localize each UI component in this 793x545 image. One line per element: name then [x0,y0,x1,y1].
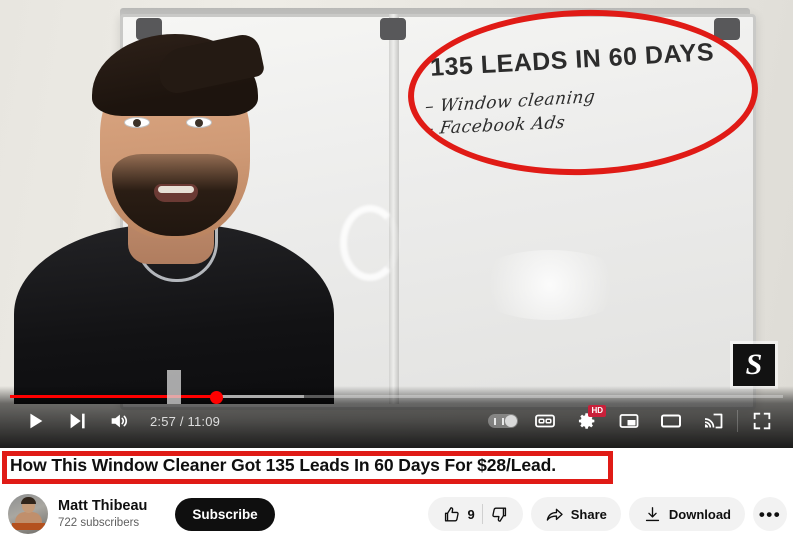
channel-watermark[interactable]: S [733,344,775,386]
next-button[interactable] [56,402,98,440]
thumbs-up-icon[interactable] [442,505,461,524]
autoplay-toggle[interactable] [482,402,524,440]
player-controls: 2:57 / 11:09 HD [0,370,793,448]
channel-info: Matt Thibeau 722 subscribers Subscribe [8,494,275,534]
whiteboard-divider [389,14,399,404]
progress-bar[interactable] [10,391,783,404]
controls-separator [737,410,738,432]
video-title: How This Window Cleaner Got 135 Leads In… [10,455,557,475]
settings-button[interactable]: HD [566,402,608,440]
player-left-controls: 2:57 / 11:09 [14,402,226,440]
presenter [8,4,338,404]
player-right-controls: HD [482,402,783,440]
more-actions-button[interactable]: ••• [753,497,787,531]
time-display: 2:57 / 11:09 [150,413,221,429]
cast-button[interactable] [692,402,734,440]
play-button[interactable] [14,402,56,440]
progress-played [10,395,216,398]
hd-badge: HD [588,405,606,417]
video-frame[interactable]: 135 LEADS IN 60 DAYS – Window cleaning –… [0,0,793,448]
video-player[interactable]: 135 LEADS IN 60 DAYS – Window cleaning –… [0,0,793,448]
download-button[interactable]: Download [628,497,745,531]
share-icon [545,505,564,524]
video-actions: 9 Share Download ••• [427,497,787,531]
subtitles-button[interactable] [524,402,566,440]
autoplay-icon [488,414,518,428]
thumbs-down-icon[interactable] [490,505,509,524]
channel-name[interactable]: Matt Thibeau [58,498,147,515]
presenter-mouth [154,184,198,202]
like-divider [481,504,483,524]
channel-text: Matt Thibeau 722 subscribers [58,498,147,530]
whiteboard-clip-mid [380,18,406,40]
youtube-watch-page: 135 LEADS IN 60 DAYS – Window cleaning –… [0,0,793,545]
presenter-eye-right [186,117,212,128]
fullscreen-button[interactable] [741,402,783,440]
download-icon [643,505,662,524]
progress-hover-preview [167,370,181,404]
whiteboard-glare [340,205,400,281]
like-dislike-group: 9 [427,497,523,531]
miniplayer-button[interactable] [608,402,650,440]
share-button[interactable]: Share [530,497,621,531]
channel-subscriber-count: 722 subscribers [58,516,140,529]
video-meta-row: Matt Thibeau 722 subscribers Subscribe 9 [0,487,793,545]
whiteboard-smudge [470,250,630,320]
watermark-letter: S [745,348,763,381]
share-label: Share [570,506,607,522]
subscribe-button[interactable]: Subscribe [175,497,275,531]
channel-avatar[interactable] [8,494,48,534]
theater-button[interactable] [650,402,692,440]
download-label: Download [668,506,731,522]
whiteboard-clip-right [714,18,740,40]
video-title-row: How This Window Cleaner Got 135 Leads In… [0,448,793,486]
volume-button[interactable] [98,402,140,440]
like-count: 9 [467,506,475,522]
presenter-eye-left [124,117,150,128]
more-icon: ••• [758,504,782,524]
